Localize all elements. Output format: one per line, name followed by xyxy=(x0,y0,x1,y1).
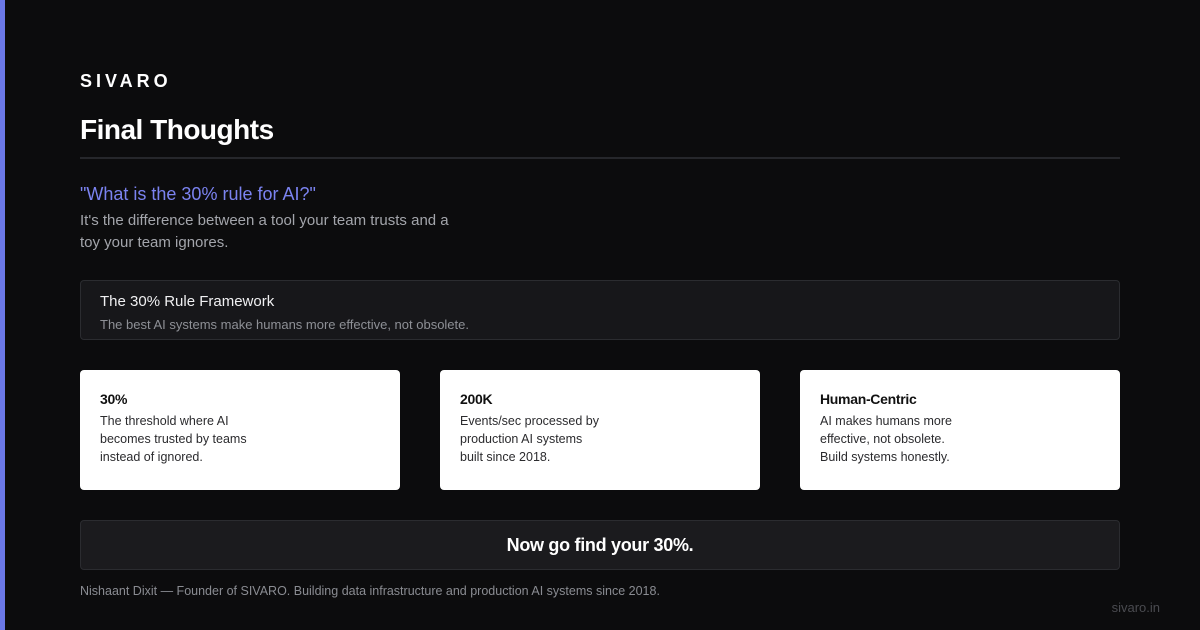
slide: SIVARO Final Thoughts "What is the 30% r… xyxy=(0,0,1200,630)
cta-banner: Now go find your 30%. xyxy=(80,520,1120,570)
brand-logo: SIVARO xyxy=(80,71,172,91)
framework-title: The 30% Rule Framework xyxy=(100,293,275,310)
stat-card-human-centric: Human-Centric AI makes humans more effec… xyxy=(800,370,1120,490)
card-title: Human-Centric xyxy=(820,391,917,407)
card-description: AI makes humans more effective, not obso… xyxy=(820,414,952,464)
site-url[interactable]: sivaro.in xyxy=(1112,600,1160,615)
stat-card-threshold: 30% The threshold where AI becomes trust… xyxy=(80,370,400,490)
cta-text: Now go find your 30%. xyxy=(506,534,694,555)
stat-card-events: 200K Events/sec processed by production … xyxy=(440,370,760,490)
framework-subtitle: The best AI systems make humans more eff… xyxy=(100,317,469,332)
page-title: Final Thoughts xyxy=(80,114,274,145)
framework-box: The 30% Rule Framework The best AI syste… xyxy=(80,280,1120,340)
answer-text: It's the difference between a tool your … xyxy=(80,212,449,251)
title-divider xyxy=(80,157,1120,159)
accent-bar xyxy=(0,0,5,630)
card-description: Events/sec processed by production AI sy… xyxy=(460,414,599,464)
footer-credit: Nishaant Dixit — Founder of SIVARO. Buil… xyxy=(80,584,660,598)
card-title: 200K xyxy=(460,391,493,407)
question-text: "What is the 30% rule for AI?" xyxy=(80,184,316,204)
card-description: The threshold where AI becomes trusted b… xyxy=(100,414,247,464)
card-title: 30% xyxy=(100,391,128,407)
